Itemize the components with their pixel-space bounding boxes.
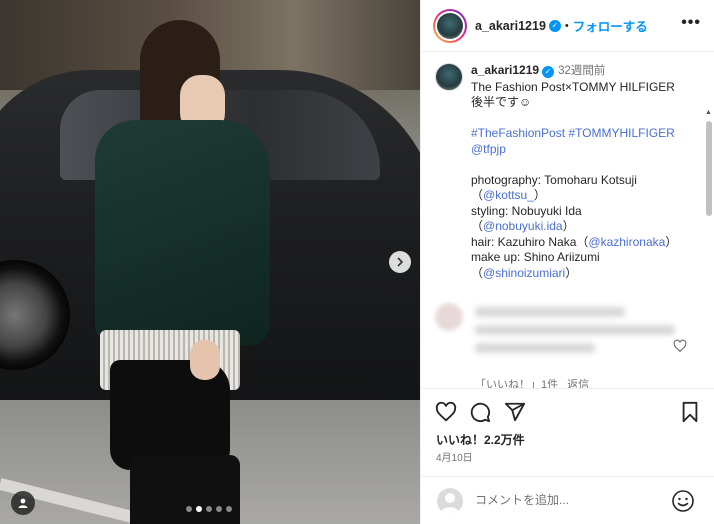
mention-kazhironaka[interactable]: @kazhironaka <box>588 235 665 249</box>
comment-composer <box>421 476 714 524</box>
model-hand <box>190 340 220 380</box>
caption-username[interactable]: a_akari1219 <box>471 63 539 77</box>
caption-time[interactable]: 32週間前 <box>558 65 605 77</box>
share-icon[interactable] <box>504 401 526 423</box>
carousel-dot <box>216 506 222 512</box>
comment-likes[interactable]: 「いいね！」1件 <box>475 379 558 388</box>
mention-shinoizumiari[interactable]: @shinoizumiari <box>483 266 565 280</box>
credit-photography: photography: Tomoharu Kotsuji <box>471 172 637 187</box>
author-avatar[interactable] <box>433 8 467 43</box>
carousel-dot-active <box>196 506 202 512</box>
credit-styling: styling: Nobuyuki Ida <box>471 203 582 218</box>
mention-kottsu[interactable]: @kottsu_ <box>483 188 534 202</box>
emoji-icon[interactable] <box>671 489 695 513</box>
comment-like-icon[interactable] <box>673 339 687 353</box>
post-side-panel: a_akari1219 ✓ • フォローする ••• a_akari1219 ✓ 3… <box>420 0 714 524</box>
caption-hashtags[interactable]: #TheFashionPost #TOMMYHILFIGER <box>471 126 699 142</box>
next-slide-button[interactable] <box>389 251 411 273</box>
caption-line: The Fashion Post×TOMMY HILFIGER <box>471 79 675 94</box>
comment-avatar <box>435 303 463 331</box>
save-bookmark-icon[interactable] <box>679 401 701 423</box>
model-jacket <box>95 120 270 345</box>
more-options-icon[interactable]: ••• <box>681 14 701 32</box>
credit-hair: hair: Kazuhiro Naka <box>471 234 577 249</box>
comments-section[interactable]: a_akari1219 ✓ 32週間前 The Fashion Post×TOMMY… <box>421 53 714 388</box>
verified-badge-icon: ✓ <box>548 19 561 32</box>
post-date[interactable]: 4月10日 <box>436 449 473 464</box>
like-count[interactable]: いいね！2.2万件 <box>436 431 525 448</box>
user-icon <box>18 498 28 508</box>
like-heart-icon[interactable] <box>435 401 457 423</box>
current-user-avatar <box>437 488 463 514</box>
model-legs <box>130 455 240 524</box>
author-username[interactable]: a_akari1219 <box>475 19 546 33</box>
post-photo[interactable] <box>0 0 420 524</box>
default-user-icon <box>440 493 460 514</box>
tagged-users-button[interactable] <box>11 491 35 515</box>
scroll-up-icon[interactable]: ▲ <box>705 109 712 116</box>
comment-icon[interactable] <box>469 401 491 423</box>
carousel-indicator <box>186 506 232 512</box>
verified-badge-icon: ✓ <box>542 65 555 78</box>
carousel-dot <box>206 506 212 512</box>
caption-line: 後半です☺ <box>471 95 532 109</box>
caption-avatar[interactable] <box>435 63 463 91</box>
comments-scrollbar[interactable]: ▲ ▼ <box>705 109 713 388</box>
header-separator: • <box>564 19 569 32</box>
follow-button[interactable]: フォローする <box>573 16 648 35</box>
model-figure <box>85 15 285 524</box>
blurred-comment <box>435 303 705 373</box>
credit-makeup: make up: Shino Ariizumi <box>471 250 600 264</box>
mention-nobuyuki[interactable]: @nobuyuki.ida <box>483 219 563 233</box>
chevron-right-icon <box>397 257 404 267</box>
carousel-dot <box>226 506 232 512</box>
reply-button[interactable]: 返信 <box>567 379 589 388</box>
carousel-dot <box>186 506 192 512</box>
comment-input[interactable] <box>475 489 655 511</box>
post-actions: いいね！2.2万件 4月10日 <box>421 388 714 483</box>
scrollbar-thumb[interactable] <box>706 121 712 216</box>
post-header: a_akari1219 ✓ • フォローする ••• <box>421 0 714 52</box>
mention-tfpjp[interactable]: @tfpjp <box>471 142 699 158</box>
comment-meta: 「いいね！」1件 返信 <box>475 376 589 388</box>
